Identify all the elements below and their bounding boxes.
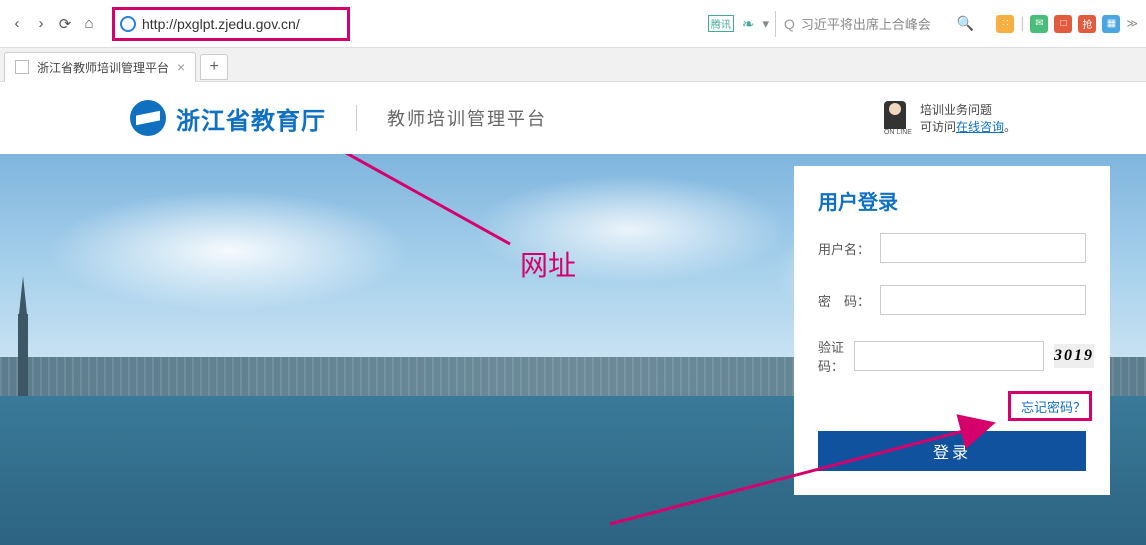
forgot-wrap: 忘记密码？ bbox=[818, 397, 1086, 417]
new-tab-button[interactable]: + bbox=[200, 54, 228, 80]
search-hint: 习近平将出席上合峰会 bbox=[801, 14, 951, 33]
username-row: 用户名： bbox=[818, 233, 1086, 263]
platform-title: 教师培训管理平台 bbox=[356, 105, 547, 131]
captcha-input[interactable] bbox=[854, 341, 1044, 371]
dropdown-icon[interactable]: ▾ bbox=[762, 16, 769, 32]
username-label: 用户名： bbox=[818, 239, 870, 258]
online-support-link[interactable]: 在线咨询 bbox=[956, 120, 1004, 134]
page-header: 浙江省教育厅 教师培训管理平台 ON LINE 培训业务问题 可访问在线咨询。 bbox=[0, 82, 1146, 154]
support-avatar-icon bbox=[884, 101, 906, 129]
help-line2-prefix: 可访问 bbox=[920, 120, 956, 134]
search-box[interactable]: Q 习近平将出席上合峰会 🔍 bbox=[775, 11, 982, 37]
search-submit-icon[interactable]: 🔍 bbox=[957, 15, 974, 32]
back-button[interactable]: ‹ bbox=[8, 15, 26, 33]
url-bar-wrap: http://pxglpt.zjedu.gov.cn/ bbox=[116, 11, 346, 37]
ext-icon-2[interactable]: ✉ bbox=[1030, 15, 1048, 33]
reload-button[interactable]: ⟳ bbox=[56, 15, 74, 33]
org-name: 浙江省教育厅 bbox=[176, 101, 326, 136]
username-input[interactable] bbox=[880, 233, 1086, 263]
password-input[interactable] bbox=[880, 285, 1086, 315]
hero: 用户登录 用户名： 密 码： 验证码： 3019 忘记密码？ 登录 网址 bbox=[0, 154, 1146, 545]
password-label: 密 码： bbox=[818, 291, 870, 310]
ext-icon-4[interactable]: 抢 bbox=[1078, 15, 1096, 33]
login-title: 用户登录 bbox=[818, 186, 1086, 215]
captcha-row: 验证码： 3019 bbox=[818, 337, 1086, 375]
tab-title: 浙江省教师培训管理平台 bbox=[37, 59, 169, 76]
avatar-caption: ON LINE bbox=[884, 129, 912, 136]
logo-icon bbox=[130, 100, 166, 136]
login-button[interactable]: 登录 bbox=[818, 431, 1086, 471]
captcha-label: 验证码： bbox=[818, 337, 844, 375]
password-row: 密 码： bbox=[818, 285, 1086, 315]
ext-divider: | bbox=[1020, 15, 1024, 33]
url-bar[interactable]: http://pxglpt.zjedu.gov.cn/ bbox=[116, 11, 346, 37]
tab-bar: 浙江省教师培训管理平台 × + bbox=[0, 48, 1146, 82]
forgot-password-link[interactable]: 忘记密码？ bbox=[1021, 400, 1086, 415]
ext-icon-3[interactable]: □ bbox=[1054, 15, 1072, 33]
search-icon: Q bbox=[784, 16, 795, 32]
help-line1: 培训业务问题 bbox=[920, 101, 1016, 118]
login-panel: 用户登录 用户名： 密 码： 验证码： 3019 忘记密码？ 登录 bbox=[794, 166, 1110, 495]
ext-icon-5[interactable]: ▦ bbox=[1102, 15, 1120, 33]
browser-toolbar: ‹ › ⟳ ⌂ http://pxglpt.zjedu.gov.cn/ 腾讯 ❧… bbox=[0, 0, 1146, 48]
home-button[interactable]: ⌂ bbox=[80, 15, 98, 33]
logo: 浙江省教育厅 bbox=[130, 100, 326, 136]
help-line2-suffix: 。 bbox=[1004, 120, 1016, 134]
site-favicon-icon bbox=[120, 16, 136, 32]
address-right-icons: 腾讯 ❧ ▾ bbox=[708, 15, 769, 33]
leaf-icon[interactable]: ❧ bbox=[742, 15, 755, 33]
help-block: ON LINE 培训业务问题 可访问在线咨询。 bbox=[884, 101, 1016, 136]
ext-more-icon[interactable]: ≫ bbox=[1126, 17, 1138, 30]
url-text: http://pxglpt.zjedu.gov.cn/ bbox=[142, 16, 300, 32]
extension-icons: ∷ | ✉ □ 抢 ▦ ≫ bbox=[996, 15, 1138, 33]
forward-button[interactable]: › bbox=[32, 15, 50, 33]
ext-icon-1[interactable]: ∷ bbox=[996, 15, 1014, 33]
tab-favicon-icon bbox=[15, 60, 29, 74]
tab-active[interactable]: 浙江省教师培训管理平台 × bbox=[4, 52, 196, 82]
tab-close-icon[interactable]: × bbox=[177, 59, 185, 75]
captcha-image[interactable]: 3019 bbox=[1054, 344, 1094, 368]
address-tag: 腾讯 bbox=[708, 15, 734, 32]
